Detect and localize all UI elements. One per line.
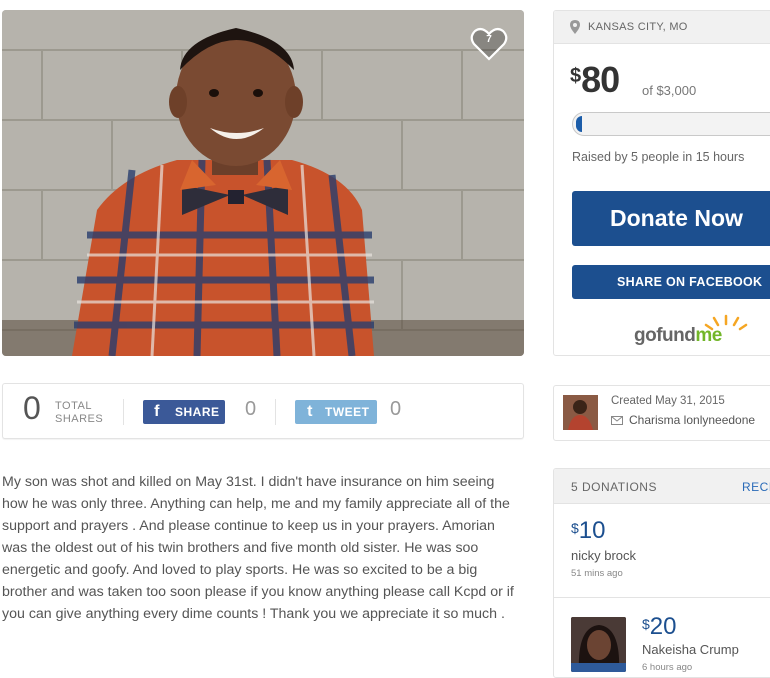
- recent-donations-link[interactable]: RECE: [742, 480, 770, 494]
- amount-raised: $80: [570, 59, 620, 100]
- organizer-name[interactable]: Charisma lonlyneedone: [629, 413, 755, 427]
- map-pin-icon: [570, 20, 580, 34]
- facebook-share-count: 0: [245, 398, 257, 420]
- donations-header: 5 DONATIONS RECE: [554, 469, 770, 504]
- share-on-facebook-button[interactable]: SHARE ON FACEBOOK: [572, 265, 770, 299]
- donation-amount: $20: [642, 613, 677, 640]
- donation-amount: $10: [571, 517, 606, 544]
- mail-icon[interactable]: [611, 416, 623, 425]
- heart-count: 7: [486, 34, 492, 45]
- twitter-tweet-button[interactable]: t TWEET: [295, 400, 377, 424]
- campaign-photo: [2, 10, 524, 356]
- divider: [123, 399, 124, 425]
- raised-by-text: Raised by 5 people in 15 hours: [572, 150, 745, 164]
- shares-bar: 0 TOTAL SHARES f SHARE 0 t TWEET 0: [2, 383, 524, 439]
- donor-name: nicky brock: [571, 548, 637, 563]
- gofundme-logo[interactable]: gofundme: [634, 325, 722, 347]
- facebook-share-button[interactable]: f SHARE: [143, 400, 225, 424]
- twitter-tweet-count: 0: [390, 398, 402, 420]
- total-shares-count: 0: [23, 390, 41, 426]
- donor-avatar: [571, 617, 626, 672]
- facebook-icon: f: [154, 403, 160, 420]
- divider: [275, 399, 276, 425]
- donation-card: KANSAS CITY, MO $80 of $3,000 Raised by …: [553, 10, 770, 356]
- total-shares-label: TOTAL SHARES: [55, 400, 104, 425]
- donation-time: 51 mins ago: [571, 568, 623, 579]
- campaign-story: My son was shot and killed on May 31st. …: [2, 474, 514, 622]
- organizer-card: Created May 31, 2015 Charisma lonlyneedo…: [553, 385, 770, 441]
- created-date: Created May 31, 2015: [611, 395, 725, 407]
- donations-card: 5 DONATIONS RECE $10 nicky brock 51 mins…: [553, 468, 770, 678]
- organizer-avatar[interactable]: [563, 395, 598, 430]
- goal-amount: of $3,000: [642, 83, 697, 98]
- donation-time: 6 hours ago: [642, 662, 693, 673]
- campaign-photo-image: [2, 10, 524, 356]
- progress-bar-fill: [576, 116, 582, 132]
- donate-now-button[interactable]: Donate Now: [572, 191, 770, 246]
- location-bar: KANSAS CITY, MO: [554, 11, 770, 44]
- progress-bar: [572, 112, 770, 136]
- divider: [554, 597, 770, 598]
- donor-name: Nakeisha Crump: [642, 642, 739, 657]
- twitter-icon: t: [307, 403, 313, 420]
- donations-count: 5 DONATIONS: [571, 480, 657, 494]
- location-text: KANSAS CITY, MO: [588, 21, 688, 33]
